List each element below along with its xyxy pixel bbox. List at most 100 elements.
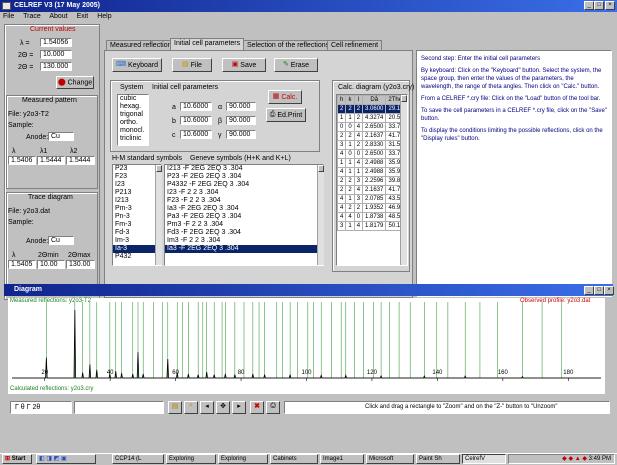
calc-table-row[interactable]: 2 2 4 2.1637 41.706 <box>337 131 407 141</box>
print-toolbar-button[interactable]: ⎙ <box>266 401 280 414</box>
calc-table-row[interactable]: 3 1 2 2.8330 31.554 <box>337 140 407 150</box>
erase-button[interactable]: ✎ Erase <box>274 58 318 72</box>
gs-item[interactable]: P4332 -F 2EG 2EQ 3 .304 <box>165 181 323 189</box>
measured-value-3[interactable]: 1.5444 <box>66 156 95 165</box>
gs-item-selected[interactable]: Ia3 -F 2EG 2EQ 3 .304 <box>165 245 323 253</box>
calc-table-row[interactable]: 2 2 2 3.0600 29.158 <box>337 104 407 114</box>
x-axis-mode-box[interactable]: Γ θ Γ 2θ <box>10 401 72 414</box>
a-input[interactable]: 10.6000 <box>180 102 212 111</box>
tab-selection-reflections[interactable]: Selection of the reflections <box>243 40 334 50</box>
taskbar-item-active[interactable]: CelrefV <box>462 454 506 464</box>
trace-value-3[interactable]: 130.00 <box>66 260 95 269</box>
alpha-input[interactable]: 90.000 <box>226 102 256 111</box>
pan-toolbar-button[interactable]: ✥ <box>216 401 230 414</box>
menu-help[interactable]: Help <box>97 13 111 20</box>
diagram-maximize-button[interactable]: □ <box>594 286 604 295</box>
system-item[interactable]: cubic <box>118 95 148 103</box>
calc-button[interactable]: ▦ Calc. <box>268 90 302 104</box>
edit-print-button[interactable]: ⎙ Ed.Print <box>266 108 306 122</box>
tab-measured-reflections[interactable]: Measured reflections <box>106 40 179 50</box>
menu-about[interactable]: About <box>49 13 67 20</box>
tab-initial-cell-parameters[interactable]: Initial cell parameters <box>170 38 245 50</box>
c-input[interactable]: 10.6000 <box>180 130 212 139</box>
system-item[interactable]: monocl. <box>118 127 148 135</box>
gs-item[interactable]: Im3 -F 2 2 3 .304 <box>165 237 323 245</box>
geneve-list[interactable]: I213 -F 2EG 2EQ 3 .304 P23 -F 2EG 2EQ 3 … <box>164 164 324 266</box>
system-item[interactable]: ortho. <box>118 119 148 127</box>
beta-input[interactable]: 90.000 <box>226 116 256 125</box>
system-item[interactable]: hexag. <box>118 103 148 111</box>
file-button[interactable]: ▤ File <box>172 58 212 72</box>
calc-table-row[interactable]: 0 0 4 2.6500 33.797 <box>337 122 407 132</box>
save-button[interactable]: ▣ Save <box>222 58 266 72</box>
diagram-minimize-button[interactable]: _ <box>584 286 594 295</box>
calc-table-row[interactable]: 2 2 4 2.1637 41.706 <box>337 185 407 195</box>
quick-launch[interactable]: ◧ ◨ ◩ ▣ <box>36 454 96 464</box>
hm-item[interactable]: Pm-3 <box>113 205 161 213</box>
diagram-close-button[interactable]: × <box>604 286 614 295</box>
trace-value-1[interactable]: 1.5405 <box>8 260 36 269</box>
menu-file[interactable]: File <box>3 13 14 20</box>
calc-table-row[interactable]: 4 2 2 1.9352 46.909 <box>337 203 407 213</box>
right-toolbar-button[interactable]: ▸ <box>232 401 246 414</box>
trace-anode-input[interactable]: Cu <box>48 236 74 245</box>
hm-item[interactable]: P23 <box>113 165 161 173</box>
close-button[interactable]: × <box>605 1 615 10</box>
folder-toolbar-button[interactable]: ▤ <box>168 401 182 414</box>
lambda-input[interactable]: 1.54056 <box>40 38 72 47</box>
trace-value-2[interactable]: 10.00 <box>37 260 65 269</box>
system-item[interactable]: trigonal <box>118 111 148 119</box>
hm-item[interactable]: Fd-3 <box>113 229 161 237</box>
system-list[interactable]: cubic hexag. trigonal ortho. monocl. tri… <box>117 94 149 146</box>
geneve-scrollbar[interactable] <box>317 165 324 265</box>
diffraction-chart[interactable]: 20 40 60 80 100 120 140 160 180 <box>8 298 605 394</box>
taskbar-item[interactable]: Cabinets <box>270 454 318 464</box>
measured-value-1[interactable]: 1.5406 <box>8 156 36 165</box>
hm-scrollbar[interactable] <box>155 165 162 265</box>
left-toolbar-button[interactable]: ◂ <box>200 401 214 414</box>
change-button[interactable]: ⬤ Change <box>56 76 94 89</box>
tab-cell-refinement[interactable]: Cell refinement <box>327 40 383 50</box>
gamma-input[interactable]: 90.000 <box>226 130 256 139</box>
hm-item[interactable]: P213 <box>113 189 161 197</box>
taskbar-item[interactable]: Exploring <box>166 454 216 464</box>
two-theta-min-input[interactable]: 10.000 <box>40 50 72 59</box>
menu-trace[interactable]: Trace <box>23 13 41 20</box>
zoom-toolbar-button[interactable]: ⌕ <box>184 401 198 414</box>
start-button[interactable]: ⊞ Start <box>2 454 32 464</box>
menu-exit[interactable]: Exit <box>77 13 89 20</box>
keyboard-button[interactable]: ⌨ Keyboard <box>112 58 162 72</box>
gs-item[interactable]: Ia3 -F 2EG 2EQ 3 .304 <box>165 205 323 213</box>
hm-item[interactable]: F23 <box>113 173 161 181</box>
calc-table-row[interactable]: 4 0 0 2.6500 33.797 <box>337 149 407 159</box>
taskbar-item[interactable]: Image1 <box>320 454 364 464</box>
calc-table-row[interactable]: 1 1 4 2.4988 35.908 <box>337 158 407 168</box>
hm-item[interactable]: Fm-3 <box>113 221 161 229</box>
b-input[interactable]: 10.6000 <box>180 116 212 125</box>
gs-item[interactable]: I213 -F 2EG 2EQ 3 .304 <box>165 165 323 173</box>
hm-item[interactable]: Im-3 <box>113 237 161 245</box>
hm-item[interactable]: I213 <box>113 197 161 205</box>
calc-scrollbar[interactable] <box>400 95 407 265</box>
hm-item[interactable]: Pn-3 <box>113 213 161 221</box>
maximize-button[interactable]: □ <box>594 1 604 10</box>
diagram-area[interactable]: 20 40 60 80 100 120 140 160 180 <box>8 298 605 394</box>
calc-table-row[interactable]: 4 1 3 2.0785 43.501 <box>337 194 407 204</box>
minimize-button[interactable]: _ <box>584 1 594 10</box>
taskbar-item[interactable]: CCP14 (L <box>112 454 164 464</box>
calc-table-row[interactable]: 4 4 0 1.8738 48.544 <box>337 212 407 222</box>
system-item[interactable]: triclinic <box>118 135 148 143</box>
calc-table-row[interactable]: 3 1 4 1.8179 50.140 <box>337 221 407 231</box>
gs-item[interactable]: F23 -F 2 2 3 .304 <box>165 197 323 205</box>
calc-table-row[interactable]: 2 2 3 2.2596 39.858 <box>337 176 407 186</box>
gs-item[interactable]: P23 -F 2EG 2EQ 3 .304 <box>165 173 323 181</box>
measured-anode-input[interactable]: Cu <box>48 132 74 141</box>
measured-value-2[interactable]: 1.5444 <box>37 156 65 165</box>
calc-table-row[interactable]: 4 1 1 2.4988 35.908 <box>337 167 407 177</box>
hm-item[interactable]: I23 <box>113 181 161 189</box>
delete-toolbar-button[interactable]: ✖ <box>250 401 264 414</box>
taskbar-item[interactable]: Paint Sh <box>416 454 460 464</box>
gs-item[interactable]: Fd3 -F 2EG 2EQ 3 .304 <box>165 229 323 237</box>
taskbar-item[interactable]: Microsoft <box>366 454 414 464</box>
gs-item[interactable]: Pa3 -F 2EG 2EQ 3 .304 <box>165 213 323 221</box>
